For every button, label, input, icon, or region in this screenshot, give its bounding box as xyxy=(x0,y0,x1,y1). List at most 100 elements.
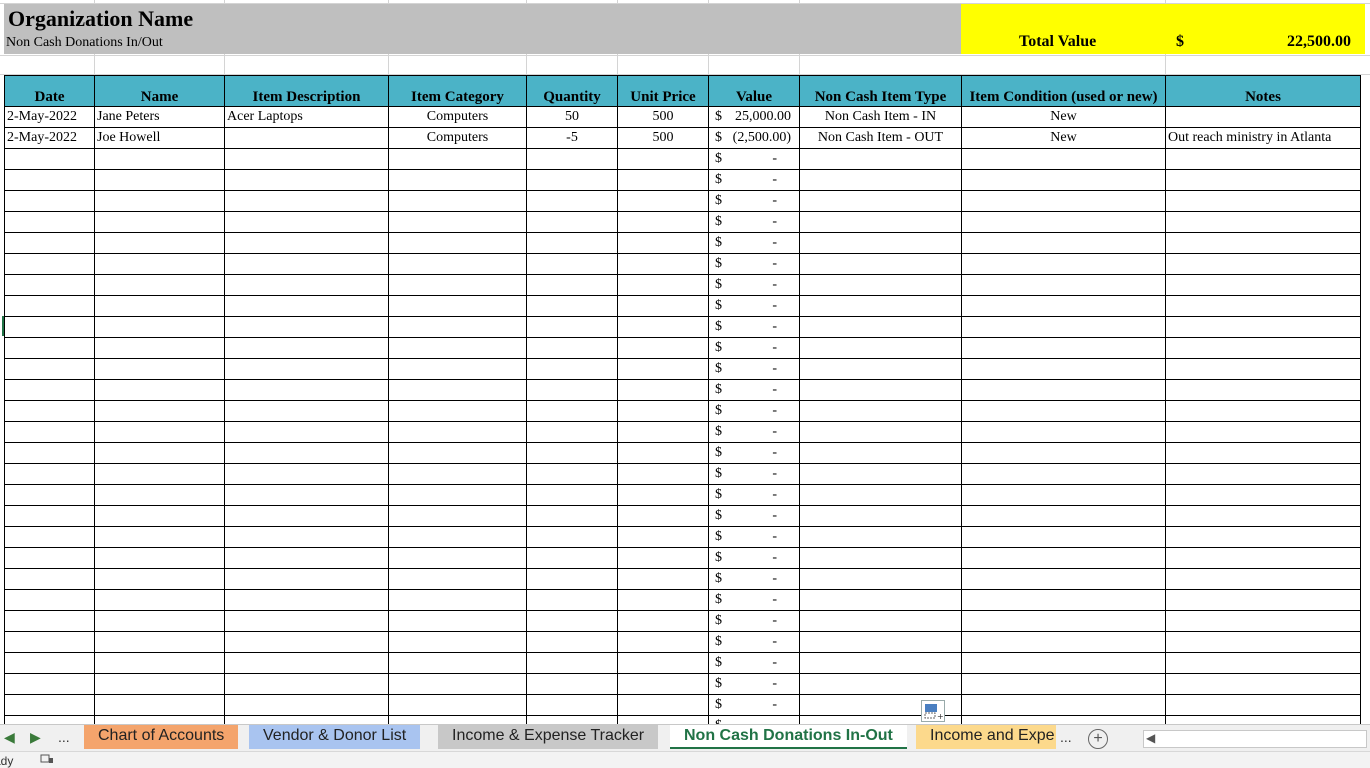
cell-name[interactable] xyxy=(94,232,225,254)
cell-name[interactable] xyxy=(94,421,225,443)
cell-non-cash-item-type[interactable] xyxy=(799,421,962,443)
cell-unit-price[interactable] xyxy=(617,274,709,296)
cell-value[interactable]: $- xyxy=(708,484,800,506)
tab-vendor-donor-list[interactable]: Vendor & Donor List xyxy=(249,725,421,749)
cell-date[interactable] xyxy=(4,568,95,590)
cell-unit-price[interactable] xyxy=(617,568,709,590)
cell-item-category[interactable] xyxy=(388,568,527,590)
cell-item-description[interactable] xyxy=(224,442,389,464)
cell-date[interactable] xyxy=(4,295,95,317)
cell-value[interactable]: $- xyxy=(708,232,800,254)
cell-item-category[interactable] xyxy=(388,253,527,275)
cell-date[interactable] xyxy=(4,484,95,506)
cell-non-cash-item-type[interactable] xyxy=(799,505,962,527)
cell-non-cash-item-type[interactable] xyxy=(799,400,962,422)
cell-value[interactable]: $- xyxy=(708,274,800,296)
cell-date[interactable] xyxy=(4,316,95,338)
cell-date[interactable] xyxy=(4,694,95,716)
cell-item-description[interactable] xyxy=(224,211,389,233)
cell-item-category[interactable] xyxy=(388,379,527,401)
cell-value[interactable]: $- xyxy=(708,295,800,317)
cell-notes[interactable] xyxy=(1165,337,1361,359)
cell-non-cash-item-type[interactable] xyxy=(799,463,962,485)
cell-unit-price[interactable] xyxy=(617,400,709,422)
cell-item-description[interactable] xyxy=(224,484,389,506)
cell-item-condition[interactable] xyxy=(961,316,1166,338)
cell-unit-price[interactable] xyxy=(617,547,709,569)
cell-item-description[interactable] xyxy=(224,232,389,254)
cell-item-description[interactable] xyxy=(224,253,389,275)
cell-quantity[interactable] xyxy=(526,316,618,338)
cell-name[interactable]: Joe Howell xyxy=(94,127,225,149)
cell-non-cash-item-type[interactable] xyxy=(799,631,962,653)
cell-notes[interactable] xyxy=(1165,253,1361,275)
cell-value[interactable]: $- xyxy=(708,463,800,485)
cell-item-category[interactable] xyxy=(388,631,527,653)
cell-item-category[interactable] xyxy=(388,442,527,464)
cell-value[interactable]: $- xyxy=(708,358,800,380)
cell-quantity[interactable] xyxy=(526,253,618,275)
cell-item-condition[interactable] xyxy=(961,463,1166,485)
cell-name[interactable] xyxy=(94,610,225,632)
cell-quantity[interactable] xyxy=(526,547,618,569)
cell-item-category[interactable] xyxy=(388,673,527,695)
cell-notes[interactable] xyxy=(1165,421,1361,443)
cell-name[interactable] xyxy=(94,295,225,317)
cell-notes[interactable] xyxy=(1165,442,1361,464)
cell-item-condition[interactable] xyxy=(961,379,1166,401)
cell-quantity[interactable] xyxy=(526,190,618,212)
cell-quantity[interactable] xyxy=(526,148,618,170)
cell-item-category[interactable] xyxy=(388,358,527,380)
cell-name[interactable] xyxy=(94,568,225,590)
cell-item-condition[interactable] xyxy=(961,610,1166,632)
cell-non-cash-item-type[interactable] xyxy=(799,484,962,506)
cell-item-category[interactable] xyxy=(388,610,527,632)
cell-quantity[interactable] xyxy=(526,358,618,380)
cell-item-description[interactable] xyxy=(224,610,389,632)
worksheet[interactable]: Organization Name Non Cash Donations In/… xyxy=(0,0,1370,724)
cell-item-description[interactable] xyxy=(224,190,389,212)
cell-item-condition[interactable] xyxy=(961,484,1166,506)
cell-item-condition[interactable] xyxy=(961,274,1166,296)
cell-unit-price[interactable] xyxy=(617,253,709,275)
cell-item-condition[interactable] xyxy=(961,400,1166,422)
cell-notes[interactable] xyxy=(1165,652,1361,674)
cell-item-description[interactable] xyxy=(224,505,389,527)
cell-unit-price[interactable] xyxy=(617,589,709,611)
cell-name[interactable] xyxy=(94,337,225,359)
cell-date[interactable] xyxy=(4,379,95,401)
cell-item-description[interactable] xyxy=(224,337,389,359)
cell-item-description[interactable] xyxy=(224,400,389,422)
cell-item-condition[interactable] xyxy=(961,589,1166,611)
cell-non-cash-item-type[interactable] xyxy=(799,589,962,611)
cell-name[interactable] xyxy=(94,673,225,695)
cell-value[interactable]: $- xyxy=(708,568,800,590)
cell-non-cash-item-type[interactable] xyxy=(799,526,962,548)
cell-non-cash-item-type[interactable] xyxy=(799,379,962,401)
cell-name[interactable] xyxy=(94,442,225,464)
cell-notes[interactable] xyxy=(1165,274,1361,296)
cell-name[interactable] xyxy=(94,148,225,170)
cell-quantity[interactable] xyxy=(526,484,618,506)
cell-unit-price[interactable] xyxy=(617,442,709,464)
cell-quantity[interactable] xyxy=(526,211,618,233)
cell-item-condition[interactable] xyxy=(961,295,1166,317)
cell-value[interactable]: $- xyxy=(708,211,800,233)
cell-item-condition[interactable]: New xyxy=(961,106,1166,128)
cell-value[interactable]: $- xyxy=(708,715,800,724)
cell-unit-price[interactable] xyxy=(617,421,709,443)
cell-item-description[interactable] xyxy=(224,673,389,695)
cell-date[interactable] xyxy=(4,505,95,527)
cell-notes[interactable] xyxy=(1165,589,1361,611)
horizontal-scrollbar[interactable]: ◀ xyxy=(1143,730,1367,748)
org-name[interactable]: Organization Name xyxy=(8,6,193,32)
cell-notes[interactable] xyxy=(1165,148,1361,170)
cell-item-category[interactable] xyxy=(388,589,527,611)
cell-notes[interactable] xyxy=(1165,484,1361,506)
cell-name[interactable] xyxy=(94,274,225,296)
cell-quantity[interactable] xyxy=(526,337,618,359)
cell-value[interactable]: $25,000.00 xyxy=(708,106,800,128)
cell-quantity[interactable] xyxy=(526,694,618,716)
cell-value[interactable]: $- xyxy=(708,673,800,695)
cell-value[interactable]: $- xyxy=(708,253,800,275)
